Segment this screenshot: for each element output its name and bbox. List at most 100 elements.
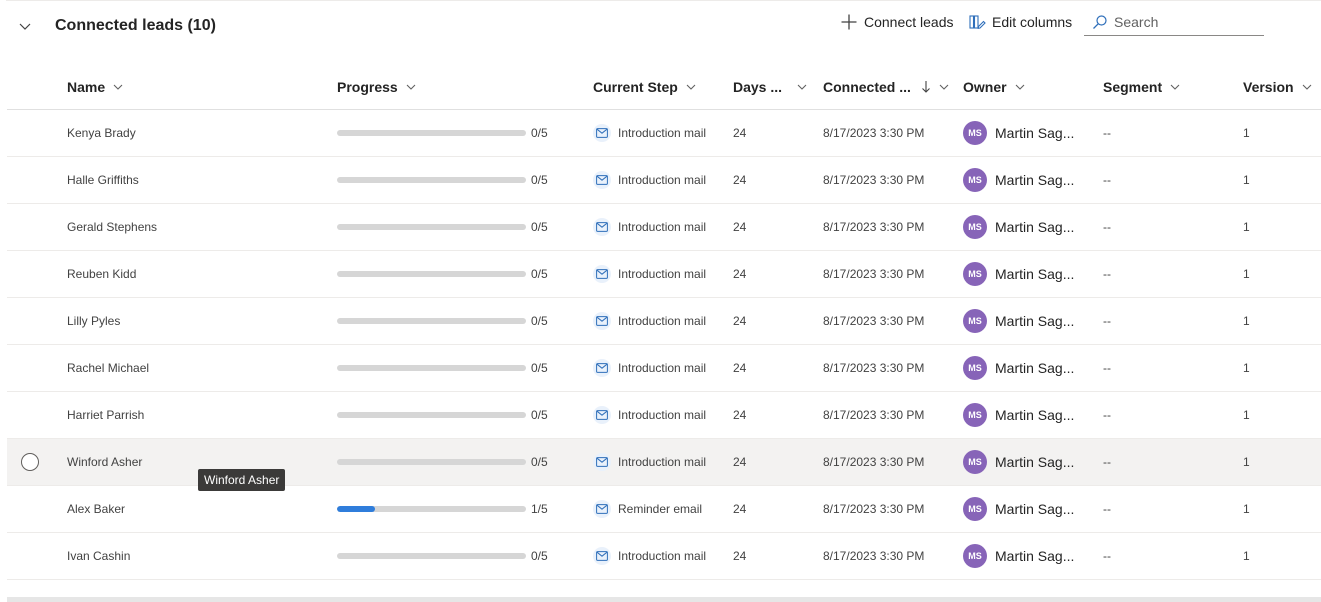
- avatar: MS: [963, 215, 987, 239]
- owner-cell[interactable]: MS Martin Sag...: [963, 345, 1074, 391]
- owner-cell[interactable]: MS Martin Sag...: [963, 486, 1074, 532]
- table-row[interactable]: Kenya Brady 0/5 Introduction mail 24 8/1…: [7, 110, 1321, 157]
- progress-bar: [337, 271, 526, 277]
- owner-cell[interactable]: MS Martin Sag...: [963, 157, 1074, 203]
- column-header-name[interactable]: Name: [67, 64, 124, 110]
- column-header-owner-label: Owner: [963, 79, 1007, 95]
- owner-cell[interactable]: MS Martin Sag...: [963, 533, 1074, 579]
- add-icon: [840, 13, 864, 31]
- current-step-cell: Introduction mail: [593, 533, 706, 579]
- version-value: 1: [1243, 126, 1250, 140]
- lead-name[interactable]: Ivan Cashin: [67, 533, 130, 579]
- owner-cell[interactable]: MS Martin Sag...: [963, 110, 1074, 156]
- connect-leads-button[interactable]: Connect leads: [840, 12, 954, 32]
- column-header-current-step-label: Current Step: [593, 79, 678, 95]
- mail-icon: [593, 171, 611, 189]
- chevron-down-icon: [112, 81, 124, 93]
- column-header-version[interactable]: Version: [1243, 64, 1313, 110]
- row-select-radio[interactable]: [21, 453, 39, 471]
- table-row[interactable]: Rachel Michael 0/5 Introduction mail 24 …: [7, 345, 1321, 392]
- current-step-label: Introduction mail: [618, 220, 707, 234]
- days-value: 24: [733, 314, 747, 328]
- section-title: Connected leads (10): [55, 17, 216, 34]
- chevron-down-icon: [405, 81, 417, 93]
- connected-date: 8/17/2023 3:30 PM: [823, 173, 925, 187]
- lead-name[interactable]: Halle Griffiths: [67, 157, 139, 203]
- table-row[interactable]: Lilly Pyles 0/5 Introduction mail 24 8/1…: [7, 298, 1321, 345]
- lead-name[interactable]: Rachel Michael: [67, 345, 149, 391]
- connected-date: 8/17/2023 3:30 PM: [823, 314, 925, 328]
- mail-icon: [593, 500, 611, 518]
- column-header-days[interactable]: Days ...: [733, 64, 808, 110]
- table-row[interactable]: Gerald Stephens 0/5 Introduction mail 24…: [7, 204, 1321, 251]
- owner-cell[interactable]: MS Martin Sag...: [963, 204, 1074, 250]
- edit-columns-icon: [968, 13, 992, 31]
- current-step-label: Introduction mail: [618, 314, 707, 328]
- table-row[interactable]: Ivan Cashin 0/5 Introduction mail 24 8/1…: [7, 533, 1321, 580]
- progress-cell: 0/5: [337, 392, 548, 438]
- table-row[interactable]: Alex Baker 1/5 Reminder email 24 8/17/20…: [7, 486, 1321, 533]
- column-header-connected-label: Connected ...: [823, 79, 911, 95]
- connected-date: 8/17/2023 3:30 PM: [823, 361, 925, 375]
- lead-name[interactable]: Alex Baker: [67, 486, 125, 532]
- connected-date: 8/17/2023 3:30 PM: [823, 408, 925, 422]
- search-icon: [1092, 14, 1114, 30]
- name-tooltip: Winford Asher: [198, 469, 286, 491]
- lead-name[interactable]: Harriet Parrish: [67, 392, 144, 438]
- avatar: MS: [963, 544, 987, 568]
- version-value: 1: [1243, 408, 1250, 422]
- chevron-down-icon[interactable]: [17, 18, 33, 34]
- table-row[interactable]: Reuben Kidd 0/5 Introduction mail 24 8/1…: [7, 251, 1321, 298]
- current-step-label: Introduction mail: [618, 549, 707, 563]
- lead-name[interactable]: Lilly Pyles: [67, 298, 120, 344]
- owner-name: Martin Sag...: [995, 407, 1075, 423]
- search-box[interactable]: [1084, 9, 1264, 36]
- owner-cell[interactable]: MS Martin Sag...: [963, 298, 1074, 344]
- days-value: 24: [733, 408, 747, 422]
- horizontal-scrollbar[interactable]: [7, 597, 1321, 602]
- edit-columns-button[interactable]: Edit columns: [968, 12, 1072, 32]
- owner-name: Martin Sag...: [995, 454, 1075, 470]
- table-row[interactable]: Halle Griffiths 0/5 Introduction mail 24…: [7, 157, 1321, 204]
- column-header-progress[interactable]: Progress: [337, 64, 417, 110]
- chevron-down-icon: [1301, 81, 1313, 93]
- edit-columns-label: Edit columns: [992, 14, 1073, 30]
- mail-icon: [593, 265, 611, 283]
- days-value: 24: [733, 549, 747, 563]
- table-row[interactable]: Harriet Parrish 0/5 Introduction mail 24…: [7, 392, 1321, 439]
- column-header-version-label: Version: [1243, 79, 1294, 95]
- owner-cell[interactable]: MS Martin Sag...: [963, 251, 1074, 297]
- connected-date: 8/17/2023 3:30 PM: [823, 455, 925, 469]
- progress-bar-fill: [337, 506, 375, 512]
- lead-name[interactable]: Gerald Stephens: [67, 204, 157, 250]
- column-header-owner[interactable]: Owner: [963, 64, 1026, 110]
- current-step-cell: Introduction mail: [593, 345, 706, 391]
- avatar: MS: [963, 403, 987, 427]
- column-header-connected[interactable]: Connected ...: [823, 64, 950, 110]
- current-step-label: Introduction mail: [618, 173, 707, 187]
- current-step-label: Introduction mail: [618, 455, 707, 469]
- lead-name[interactable]: Reuben Kidd: [67, 251, 136, 297]
- segment-value: --: [1103, 173, 1111, 187]
- connected-date: 8/17/2023 3:30 PM: [823, 220, 925, 234]
- days-value: 24: [733, 502, 747, 516]
- search-input[interactable]: [1114, 14, 1254, 30]
- mail-icon: [593, 218, 611, 236]
- column-header-segment[interactable]: Segment: [1103, 64, 1181, 110]
- mail-icon: [593, 406, 611, 424]
- connected-date: 8/17/2023 3:30 PM: [823, 267, 925, 281]
- column-header-current-step[interactable]: Current Step: [593, 64, 697, 110]
- lead-name[interactable]: Kenya Brady: [67, 110, 136, 156]
- progress-bar: [337, 177, 526, 183]
- progress-text: 0/5: [531, 408, 548, 422]
- version-value: 1: [1243, 549, 1250, 563]
- segment-value: --: [1103, 126, 1111, 140]
- chevron-down-icon: [1169, 81, 1181, 93]
- version-value: 1: [1243, 455, 1250, 469]
- lead-name[interactable]: Winford Asher: [67, 439, 142, 485]
- segment-value: --: [1103, 220, 1111, 234]
- owner-cell[interactable]: MS Martin Sag...: [963, 439, 1074, 485]
- progress-text: 0/5: [531, 455, 548, 469]
- owner-name: Martin Sag...: [995, 360, 1075, 376]
- owner-cell[interactable]: MS Martin Sag...: [963, 392, 1074, 438]
